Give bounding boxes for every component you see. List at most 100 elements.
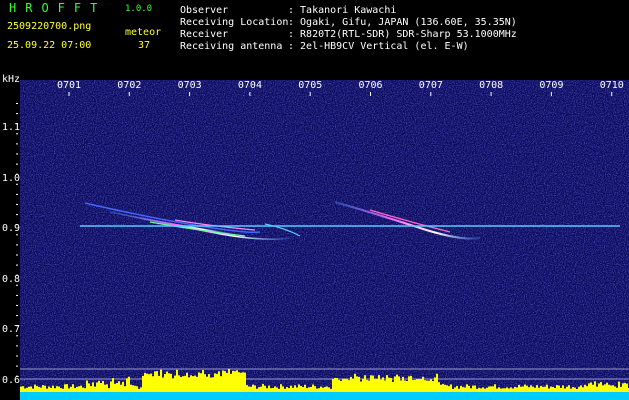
level-bar [596,386,598,392]
level-bar [514,386,516,392]
level-bar [98,380,100,392]
level-bar [556,385,558,392]
level-bar [360,381,362,392]
level-bar [612,385,614,392]
level-bar [212,377,214,392]
level-bar [50,387,52,392]
level-bar [588,383,590,392]
level-bar [58,386,60,392]
y-minor-tick [16,355,18,357]
level-bar [540,385,542,392]
level-bar [376,378,378,392]
level-bar [326,386,328,392]
level-bar [160,369,162,392]
level-bar [400,380,402,392]
level-bar [296,387,298,392]
level-bar [338,379,340,392]
level-bar [492,386,494,392]
level-bar [526,385,528,392]
level-bar [20,386,22,392]
level-bar [32,388,34,392]
level-bar [116,383,118,392]
level-bar [318,388,320,392]
x-tick-label: 0710 [599,80,624,91]
level-bar [306,388,308,392]
observer-value: : Takanori Kawachi [288,5,397,16]
antenna-value: : 2el-HB9CV Vertical (el. E-W) [288,41,469,52]
level-bar [474,385,476,392]
level-bar [444,384,446,392]
x-tick-label: 0706 [358,80,383,91]
level-bar [278,388,280,392]
spectrogram [16,80,629,400]
level-bar [208,374,210,392]
level-bar [582,387,584,392]
level-bar [334,377,336,392]
level-bar [222,370,224,392]
level-bar [152,376,154,392]
level-bar [496,388,498,392]
level-bar [568,385,570,392]
level-bar [534,387,536,392]
level-bar [482,387,484,392]
level-bar [592,384,594,392]
level-bar [428,380,430,392]
level-bar [146,373,148,392]
level-bar [102,380,104,392]
level-bar [110,381,112,392]
level-bar [554,387,556,392]
receiver-value: : R820T2(RTL-SDR) SDR-Sharp 53.1000MHz [288,29,517,40]
level-bar [22,386,24,392]
level-bar [314,386,316,392]
level-bar [600,382,602,392]
level-bar [512,388,514,392]
level-bar [352,378,354,392]
level-bar [356,376,358,392]
level-bar [626,383,628,392]
level-bar [254,385,256,392]
level-bar [186,372,188,392]
level-bar [292,387,294,392]
y-axis-unit: kHz [2,74,21,85]
x-tick-label: 0708 [479,80,504,91]
level-bar [134,385,136,392]
level-bar [62,388,64,392]
level-bar [274,386,276,392]
level-bar [498,387,500,392]
level-bar [300,386,302,392]
level-bar [370,375,372,392]
level-bar [366,379,368,392]
level-bar [238,372,240,392]
level-bar [618,381,620,392]
level-bar [24,388,26,392]
level-bar [424,380,426,392]
level-bar [560,387,562,392]
level-bar [552,386,554,392]
level-bar [430,379,432,392]
x-tick-label: 0707 [418,80,443,91]
level-bar [144,372,146,392]
level-bar [440,384,442,392]
level-bar [546,384,548,392]
level-bar [248,386,250,392]
level-bar [234,371,236,392]
level-bar [532,386,534,392]
level-bar [616,387,618,392]
level-bar [38,386,40,392]
level-bar [528,387,530,392]
x-tick-label: 0704 [237,80,262,91]
level-bar [252,384,254,392]
level-bar [88,383,90,392]
level-bar [294,385,296,392]
level-bar [476,388,478,392]
level-bar [204,374,206,392]
level-bar [520,386,522,392]
level-bar [272,387,274,392]
level-bar [454,387,456,392]
level-bar [332,378,334,392]
level-bar [280,384,282,392]
level-bar [206,376,208,392]
level-bar [390,378,392,392]
level-bar [470,388,472,392]
level-bar [548,388,550,392]
